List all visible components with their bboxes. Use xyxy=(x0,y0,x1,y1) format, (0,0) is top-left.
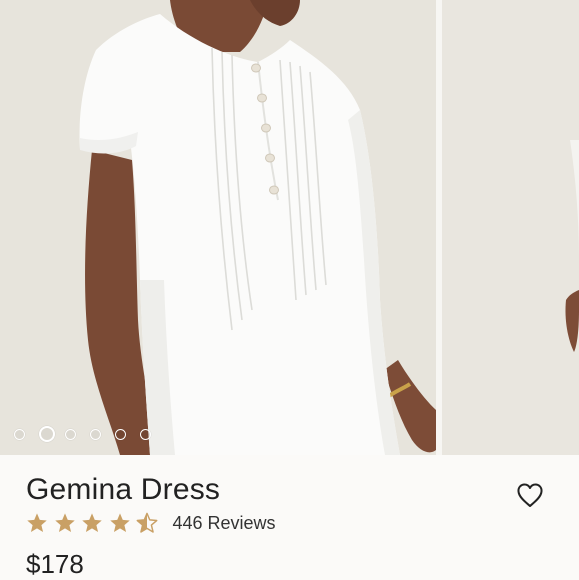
product-price: $178 xyxy=(26,549,84,579)
dress-photo-next xyxy=(442,0,579,455)
product-image-carousel[interactable] xyxy=(0,0,579,455)
product-image-main[interactable] xyxy=(0,0,436,455)
star-rating[interactable]: 446 Reviews xyxy=(26,512,276,534)
star-icon xyxy=(82,513,102,532)
dress-photo xyxy=(0,0,436,455)
heart-outline-icon[interactable] xyxy=(516,482,544,508)
carousel-dot[interactable] xyxy=(65,428,76,440)
carousel-dot[interactable] xyxy=(14,428,25,440)
reviews-link[interactable]: 446 Reviews xyxy=(173,513,276,534)
carousel-dot[interactable] xyxy=(140,428,151,440)
carousel-dot[interactable] xyxy=(90,428,101,440)
carousel-dot[interactable] xyxy=(115,428,126,440)
carousel-dot-active[interactable] xyxy=(39,426,55,442)
star-icon xyxy=(54,513,75,532)
star-icon xyxy=(27,513,47,532)
product-title: Gemina Dress xyxy=(26,473,221,506)
product-image-next[interactable] xyxy=(442,0,579,455)
product-info: Gemina Dress 446 Reviews $178 xyxy=(0,455,579,580)
star-half-icon xyxy=(136,512,158,533)
star-icon xyxy=(109,513,130,532)
carousel-pagination xyxy=(14,426,165,442)
